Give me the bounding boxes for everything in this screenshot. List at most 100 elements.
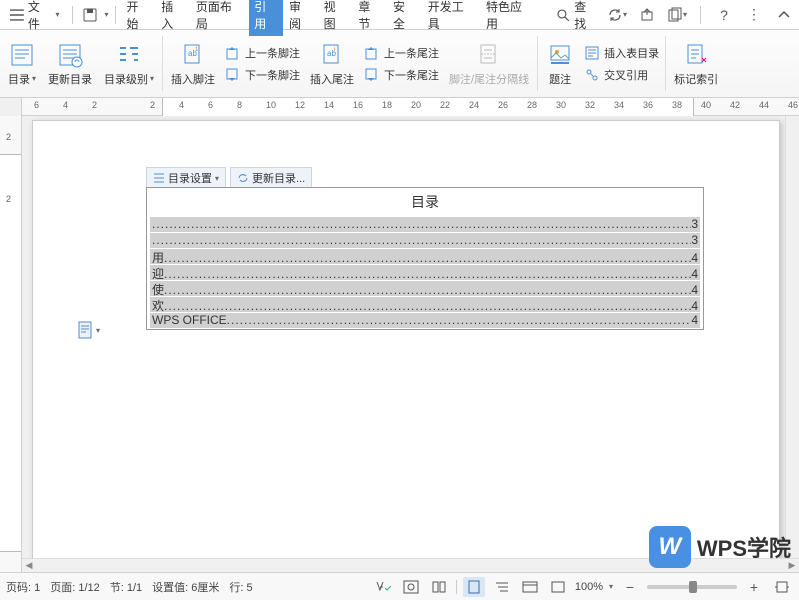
help-icon[interactable]: ?: [713, 4, 735, 26]
status-pos[interactable]: 设置值: 6厘米: [152, 579, 219, 595]
spellcheck-icon[interactable]: [372, 577, 394, 597]
sync-icon[interactable]: ▾: [606, 4, 628, 26]
endnote-icon: abi: [318, 41, 346, 69]
toc-icon: [8, 41, 36, 69]
note-separator-button[interactable]: 脚注/尾注分隔线: [443, 30, 535, 97]
separator-icon: [475, 41, 503, 69]
fig-toc-icon: [584, 45, 600, 61]
toc-entry[interactable]: ........................................…: [150, 233, 700, 248]
footnote-icon: ab1: [179, 41, 207, 69]
reading-layout-icon[interactable]: [428, 577, 450, 597]
vertical-ruler[interactable]: 2 2: [0, 116, 22, 572]
toc-title: 目录: [147, 188, 703, 216]
next-endnote-icon: [364, 67, 380, 83]
endnote-nav: 上一条尾注 下一条尾注: [360, 30, 443, 97]
ruler-corner: [0, 98, 22, 116]
insert-footnote-button[interactable]: ab1 插入脚注: [165, 30, 221, 97]
refresh-icon: [237, 172, 249, 184]
outline-view-icon[interactable]: [491, 577, 513, 597]
more-icon[interactable]: ⋮: [743, 4, 765, 26]
status-row[interactable]: 行: 5: [229, 579, 252, 595]
toc-entry[interactable]: 用.......................................…: [150, 249, 700, 264]
list-icon: [153, 172, 165, 184]
svg-text:i: i: [334, 47, 335, 53]
paragraph-indicator-icon[interactable]: ▾: [78, 321, 100, 339]
scroll-left-icon[interactable]: ◀: [22, 559, 36, 573]
toc-entry[interactable]: ........................................…: [150, 217, 700, 232]
search-button[interactable]: 查找: [550, 0, 604, 34]
toc-settings-button[interactable]: 目录设置▾: [146, 167, 226, 189]
page-viewport[interactable]: 目录设置▾ 更新目录... 目录 .......................…: [22, 116, 799, 572]
caption-icon: [546, 41, 574, 69]
cross-ref-button[interactable]: 交叉引用: [584, 67, 659, 83]
toc-entry[interactable]: 欢.......................................…: [150, 297, 700, 312]
status-right: 100% ▾ − +: [372, 577, 793, 597]
print-layout-icon[interactable]: [463, 577, 485, 597]
brand-text: WPS学院: [697, 531, 791, 563]
status-pageno[interactable]: 页码: 1: [6, 579, 40, 595]
separator: [162, 36, 163, 91]
fit-page-icon[interactable]: [771, 577, 793, 597]
insert-endnote-button[interactable]: abi 插入尾注: [304, 30, 360, 97]
separator: [665, 36, 666, 91]
wps-logo-icon: W: [649, 526, 691, 568]
horizontal-ruler[interactable]: 6422468101214161820222426283032343638404…: [0, 98, 799, 116]
mark-entry-button[interactable]: 标记索引: [668, 30, 724, 97]
toc-level-button[interactable]: 目录级别▾: [98, 30, 160, 97]
collapse-ribbon-icon[interactable]: [773, 4, 795, 26]
next-footnote-icon: [225, 67, 241, 83]
prev-footnote-button[interactable]: 上一条脚注: [225, 45, 300, 61]
vertical-scrollbar[interactable]: [785, 116, 799, 558]
file-menu[interactable]: 文件 ▾: [4, 0, 66, 34]
ribbon: 目录▾ 更新目录 目录级别▾ ab1 插入脚注 上一条脚注 下一条脚注 abi …: [0, 30, 799, 98]
separator: [115, 6, 116, 24]
titlebar-right: ▾ ▾ ? ⋮: [606, 4, 795, 26]
menu-bar: 文件 ▾ ▾ 开始 插入 页面布局 引用 审阅 视图 章节 安全 开发工具 特色…: [0, 0, 799, 30]
status-page[interactable]: 页面: 1/12: [50, 579, 100, 595]
svg-text:1: 1: [195, 47, 199, 53]
cross-ref-icon: [584, 67, 600, 83]
toc-entry[interactable]: 使.......................................…: [150, 281, 700, 296]
page[interactable]: 目录设置▾ 更新目录... 目录 .......................…: [32, 120, 780, 572]
prev-footnote-icon: [225, 45, 241, 61]
toc-field[interactable]: 目录 .....................................…: [146, 187, 704, 330]
update-toc-icon: [56, 41, 84, 69]
separator: [72, 6, 73, 24]
file-label: 文件: [28, 0, 52, 32]
chevron-down-icon: ▾: [56, 10, 60, 19]
toc-entry[interactable]: WPS OFFICE..............................…: [150, 313, 700, 328]
input-method-icon[interactable]: [400, 577, 422, 597]
chevron-down-icon[interactable]: ▾: [609, 582, 613, 591]
save-icon[interactable]: [79, 4, 101, 26]
search-icon: [556, 8, 570, 22]
share-icon[interactable]: [636, 4, 658, 26]
chevron-down-icon[interactable]: ▾: [105, 10, 109, 19]
toc-floating-toolbar: 目录设置▾ 更新目录...: [146, 167, 312, 189]
index-icon: [682, 41, 710, 69]
toc-level-icon: [115, 41, 143, 69]
toc-button[interactable]: 目录▾: [2, 30, 42, 97]
zoom-thumb[interactable]: [689, 581, 697, 593]
status-section[interactable]: 节: 1/1: [110, 579, 142, 595]
export-icon[interactable]: ▾: [666, 4, 688, 26]
ruler-scale: 6422468101214161820222426283032343638404…: [22, 98, 799, 116]
prev-endnote-button[interactable]: 上一条尾注: [364, 45, 439, 61]
zoom-slider[interactable]: [647, 585, 737, 589]
status-bar: 页码: 1 页面: 1/12 节: 1/1 设置值: 6厘米 行: 5 100%…: [0, 572, 799, 600]
zoom-in-button[interactable]: +: [743, 577, 765, 597]
document-area: 2 2 目录设置▾ 更新目录... 目录 ...................…: [0, 116, 799, 572]
update-toc-button[interactable]: 更新目录: [42, 30, 98, 97]
toc-entry[interactable]: 迎.......................................…: [150, 265, 700, 280]
zoom-label[interactable]: 100%: [575, 581, 603, 593]
search-label: 查找: [574, 0, 598, 32]
prev-endnote-icon: [364, 45, 380, 61]
web-layout-icon[interactable]: [519, 577, 541, 597]
brand-watermark: W WPS学院: [649, 526, 791, 568]
toc-update-button[interactable]: 更新目录...: [230, 167, 312, 189]
next-endnote-button[interactable]: 下一条尾注: [364, 67, 439, 83]
insert-fig-toc-button[interactable]: 插入表目录: [584, 45, 659, 61]
fullscreen-icon[interactable]: [547, 577, 569, 597]
zoom-out-button[interactable]: −: [619, 577, 641, 597]
caption-button[interactable]: 题注: [540, 30, 580, 97]
next-footnote-button[interactable]: 下一条脚注: [225, 67, 300, 83]
